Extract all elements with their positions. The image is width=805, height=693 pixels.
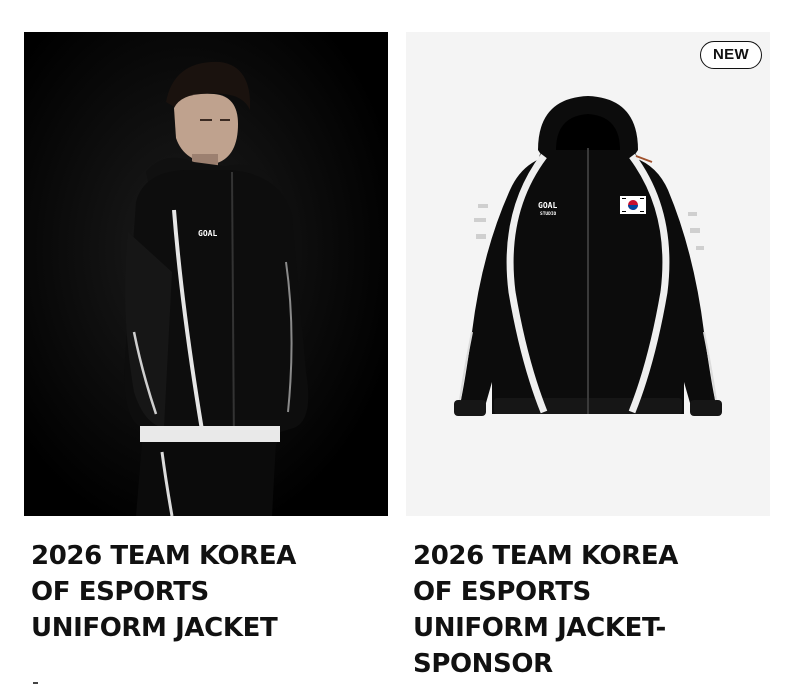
flag-patch-icon	[620, 196, 646, 214]
product-image-model[interactable]: GOAL	[24, 32, 388, 516]
product-card[interactable]: GOAL 2026 TEAM KOREA OF ESPORTS UNIFORM …	[24, 32, 388, 646]
jacket-product-illustration: GOAL STUDIO	[454, 96, 722, 416]
new-badge: NEW	[700, 41, 762, 69]
jacket-logo-subtext: STUDIO	[540, 211, 557, 217]
product-image-jacket[interactable]: GOAL STUDIO NEW	[406, 32, 770, 516]
model-photo-illustration: GOAL	[24, 32, 388, 516]
product-title[interactable]: 2026 TEAM KOREA OF ESPORTS UNIFORM JACKE…	[413, 538, 770, 682]
divider	[33, 682, 38, 684]
jacket-logo-text: GOAL	[538, 201, 557, 210]
product-card[interactable]: GOAL STUDIO NEW 2026 TEAM KOREA OF ESPOR…	[406, 32, 770, 682]
product-title[interactable]: 2026 TEAM KOREA OF ESPORTS UNIFORM JACKE…	[31, 538, 388, 646]
jacket-logo-text: GOAL	[198, 229, 217, 238]
